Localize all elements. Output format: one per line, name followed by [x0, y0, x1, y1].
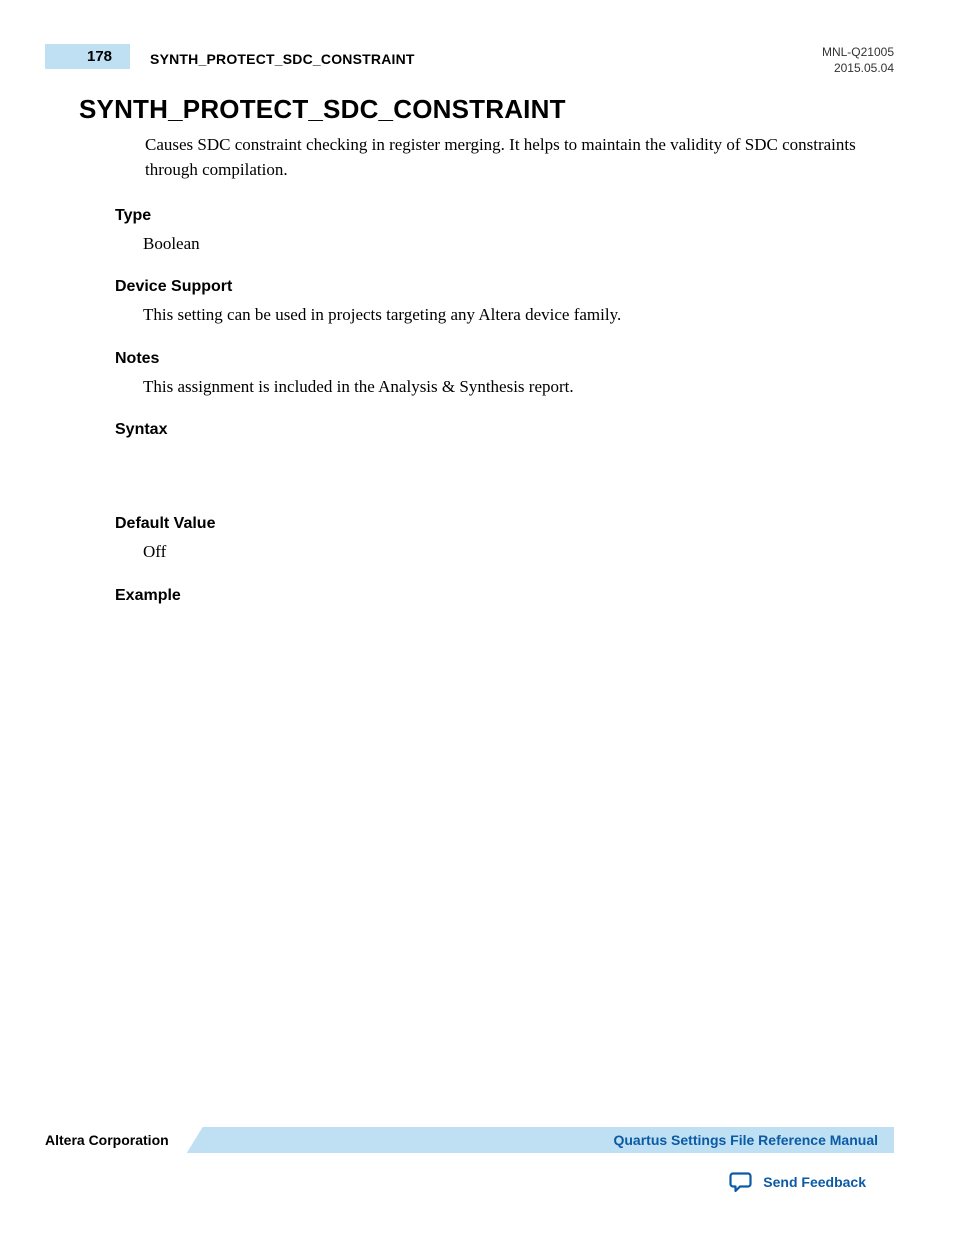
doc-id: MNL-Q21005	[822, 44, 894, 60]
intro-paragraph: Causes SDC constraint checking in regist…	[145, 133, 864, 182]
section-body-syntax	[115, 445, 894, 515]
section-default-value: Default Value Off	[115, 515, 894, 565]
section-heading-type: Type	[115, 207, 894, 225]
section-heading-example: Example	[115, 587, 894, 605]
doc-date: 2015.05.04	[822, 60, 894, 76]
section-device-support: Device Support This setting can be used …	[115, 278, 894, 328]
section-body-device-support: This setting can be used in projects tar…	[143, 302, 894, 328]
section-body-default-value: Off	[143, 539, 894, 565]
send-feedback-link[interactable]: Send Feedback	[763, 1174, 866, 1190]
section-example: Example	[115, 587, 894, 605]
section-heading-device-support: Device Support	[115, 278, 894, 296]
speech-bubble-icon	[729, 1171, 753, 1193]
section-heading-syntax: Syntax	[115, 421, 894, 439]
footer-ribbon: Quartus Settings File Reference Manual	[187, 1127, 894, 1153]
page-title: SYNTH_PROTECT_SDC_CONSTRAINT	[79, 94, 894, 125]
section-heading-default-value: Default Value	[115, 515, 894, 533]
section-notes: Notes This assignment is included in the…	[115, 350, 894, 400]
section-type: Type Boolean	[115, 207, 894, 257]
sections: Type Boolean Device Support This setting…	[115, 207, 894, 605]
section-body-notes: This assignment is included in the Analy…	[143, 374, 894, 400]
section-syntax: Syntax	[115, 421, 894, 515]
header-topic: SYNTH_PROTECT_SDC_CONSTRAINT	[150, 47, 415, 67]
page-number-badge: 178	[45, 44, 130, 69]
section-heading-notes: Notes	[115, 350, 894, 368]
footer-bar: Altera Corporation Quartus Settings File…	[45, 1127, 894, 1153]
section-body-type: Boolean	[143, 231, 894, 257]
manual-link[interactable]: Quartus Settings File Reference Manual	[613, 1132, 878, 1148]
page-header: 178 SYNTH_PROTECT_SDC_CONSTRAINT MNL-Q21…	[45, 44, 894, 76]
document-page: 178 SYNTH_PROTECT_SDC_CONSTRAINT MNL-Q21…	[0, 0, 954, 1235]
footer-company: Altera Corporation	[45, 1132, 187, 1148]
feedback-row: Send Feedback	[45, 1171, 894, 1193]
header-right-group: MNL-Q21005 2015.05.04	[822, 44, 894, 76]
header-left-group: 178 SYNTH_PROTECT_SDC_CONSTRAINT	[45, 44, 415, 69]
page-footer: Altera Corporation Quartus Settings File…	[45, 1127, 894, 1193]
page-body: Causes SDC constraint checking in regist…	[145, 133, 864, 182]
